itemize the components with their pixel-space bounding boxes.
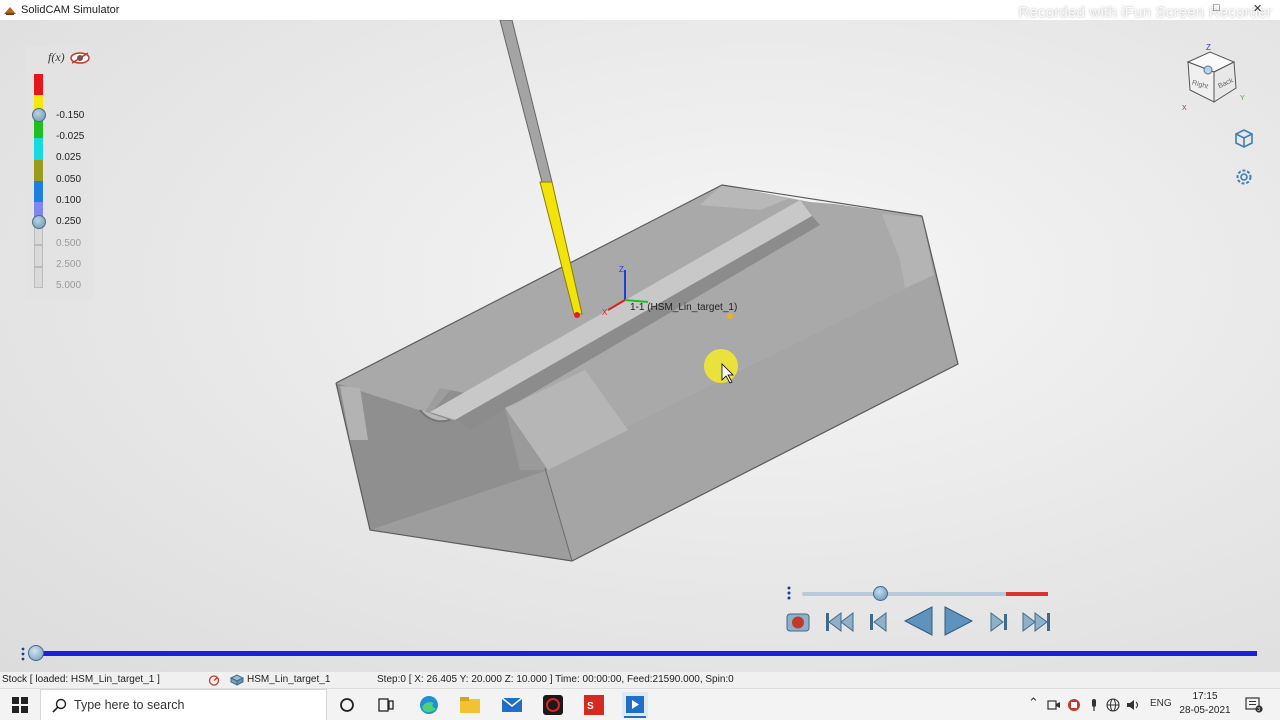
legend-value: 0.050 bbox=[56, 174, 82, 185]
axis-x-label: X bbox=[602, 308, 608, 317]
notification-count: 3 bbox=[1257, 707, 1260, 713]
solidcam-app-taskbar-icon[interactable] bbox=[540, 692, 566, 718]
step-forward-button[interactable] bbox=[983, 609, 1013, 635]
legend-segment bbox=[34, 245, 43, 267]
close-icon[interactable]: ✕ bbox=[1253, 2, 1262, 15]
taskbar-search-box[interactable]: Type here to search bbox=[40, 689, 327, 720]
viewcube-x-label: X bbox=[1182, 105, 1187, 112]
notification-center-icon[interactable]: 3 bbox=[1245, 697, 1263, 713]
edge-browser-icon[interactable] bbox=[416, 692, 442, 718]
speed-slider-max-zone bbox=[1006, 592, 1048, 596]
status-bar: Stock [ loaded: HSM_Lin_target_1 ] HSM_L… bbox=[0, 672, 1280, 688]
legend-value: 2.500 bbox=[56, 259, 82, 270]
view-cube[interactable]: Z Right Back X Y bbox=[1178, 42, 1248, 114]
legend-segment bbox=[34, 74, 43, 96]
legend-segment bbox=[34, 180, 43, 203]
tool-path-label: 1-1 (HSM_Lin_target_1) bbox=[630, 302, 737, 313]
title-bar: SolidCAM Simulator Recorded with iFun Sc… bbox=[0, 0, 1280, 21]
stock-status: Stock [ loaded: HSM_Lin_target_1 ] bbox=[2, 674, 160, 685]
operation-name: HSM_Lin_target_1 bbox=[247, 674, 331, 685]
simulation-progress-track[interactable] bbox=[36, 651, 1257, 656]
legend-value: -0.025 bbox=[56, 131, 85, 142]
volume-icon[interactable] bbox=[1126, 698, 1141, 712]
axis-z-label: Z bbox=[619, 265, 624, 274]
simulator-taskbar-icon[interactable] bbox=[622, 692, 648, 718]
drag-handle-icon[interactable] bbox=[787, 586, 791, 602]
mail-icon[interactable] bbox=[499, 692, 525, 718]
viewcube-z-label: Z bbox=[1206, 43, 1211, 52]
window-title: SolidCAM Simulator bbox=[21, 4, 120, 16]
path-end-marker bbox=[727, 313, 733, 319]
legend-segment bbox=[34, 159, 43, 181]
legend-color-bar bbox=[34, 74, 43, 288]
cursor-highlight bbox=[704, 349, 738, 383]
legend-value: -0.150 bbox=[56, 110, 85, 121]
legend-upper-handle[interactable] bbox=[32, 108, 46, 122]
meet-now-icon[interactable] bbox=[1047, 698, 1061, 712]
recorder-watermark: Recorded with iFun Screen Recorder bbox=[1018, 4, 1272, 21]
legend-lower-handle[interactable] bbox=[32, 215, 46, 229]
legend-segment bbox=[34, 266, 43, 288]
function-icon[interactable]: f(x) bbox=[48, 50, 65, 65]
viewcube-y-label: Y bbox=[1240, 95, 1245, 102]
visibility-eye-icon[interactable] bbox=[69, 51, 91, 65]
legend-value: 0.100 bbox=[56, 195, 82, 206]
windows-taskbar: Type here to search S ⌃ ENG 17:15 28-05-… bbox=[0, 688, 1280, 720]
search-icon bbox=[52, 698, 67, 713]
play-button[interactable] bbox=[941, 605, 975, 637]
tray-overflow-icon[interactable]: ⌃ bbox=[1028, 695, 1039, 711]
go-to-end-button[interactable] bbox=[1021, 609, 1051, 635]
search-placeholder: Type here to search bbox=[74, 698, 185, 712]
record-button[interactable] bbox=[783, 609, 813, 635]
language-indicator[interactable]: ENG bbox=[1150, 698, 1172, 709]
step-status: Step:0 [ X: 26.405 Y: 20.000 Z: 10.000 ]… bbox=[377, 674, 734, 685]
settings-gear-icon[interactable] bbox=[1234, 167, 1254, 187]
simulation-progress-knob[interactable] bbox=[28, 645, 44, 661]
legend-value: 0.250 bbox=[56, 216, 82, 227]
tool-tip-marker bbox=[574, 312, 580, 318]
solidworks-icon[interactable]: S bbox=[581, 692, 607, 718]
clock-time: 17:15 bbox=[1192, 691, 1218, 702]
operation-icon bbox=[208, 675, 220, 686]
network-badge-icon[interactable] bbox=[1067, 698, 1081, 712]
3d-box-view-icon[interactable] bbox=[1234, 128, 1254, 148]
taskbar-clock[interactable]: 17:15 28-05-2021 bbox=[1178, 690, 1232, 718]
3d-viewport[interactable]: Z X 1-1 (HSM_Lin_target_1) f(x) -0.150 -… bbox=[0, 20, 1280, 672]
step-back-button[interactable] bbox=[864, 609, 894, 635]
file-explorer-icon[interactable] bbox=[457, 692, 483, 718]
task-view-icon[interactable] bbox=[373, 692, 399, 718]
maximize-icon[interactable]: □ bbox=[1213, 2, 1220, 14]
microphone-icon[interactable] bbox=[1087, 698, 1101, 712]
stock-model-icon bbox=[230, 674, 244, 686]
progress-drag-handle-icon[interactable] bbox=[21, 647, 25, 661]
clock-date: 28-05-2021 bbox=[1179, 705, 1231, 716]
legend-value: 0.025 bbox=[56, 152, 82, 163]
tool-shank bbox=[499, 20, 553, 183]
solidcam-app-icon bbox=[4, 7, 16, 15]
deviation-legend: f(x) -0.150 -0.025 0.025 0.050 0.100 0.2… bbox=[26, 46, 93, 300]
scene-canvas[interactable]: Z X 1-1 (HSM_Lin_target_1) bbox=[0, 20, 1280, 672]
legend-value: 5.000 bbox=[56, 280, 82, 291]
start-button[interactable] bbox=[0, 689, 40, 720]
windows-logo-icon bbox=[12, 697, 28, 713]
legend-segment bbox=[34, 138, 43, 160]
go-to-start-button[interactable] bbox=[825, 609, 855, 635]
speed-slider-knob[interactable] bbox=[872, 586, 888, 601]
play-reverse-button[interactable] bbox=[902, 605, 936, 637]
svg-text:S: S bbox=[587, 701, 594, 712]
globe-network-icon[interactable] bbox=[1106, 698, 1120, 712]
legend-value: 0.500 bbox=[56, 238, 82, 249]
cortana-icon[interactable] bbox=[334, 692, 360, 718]
